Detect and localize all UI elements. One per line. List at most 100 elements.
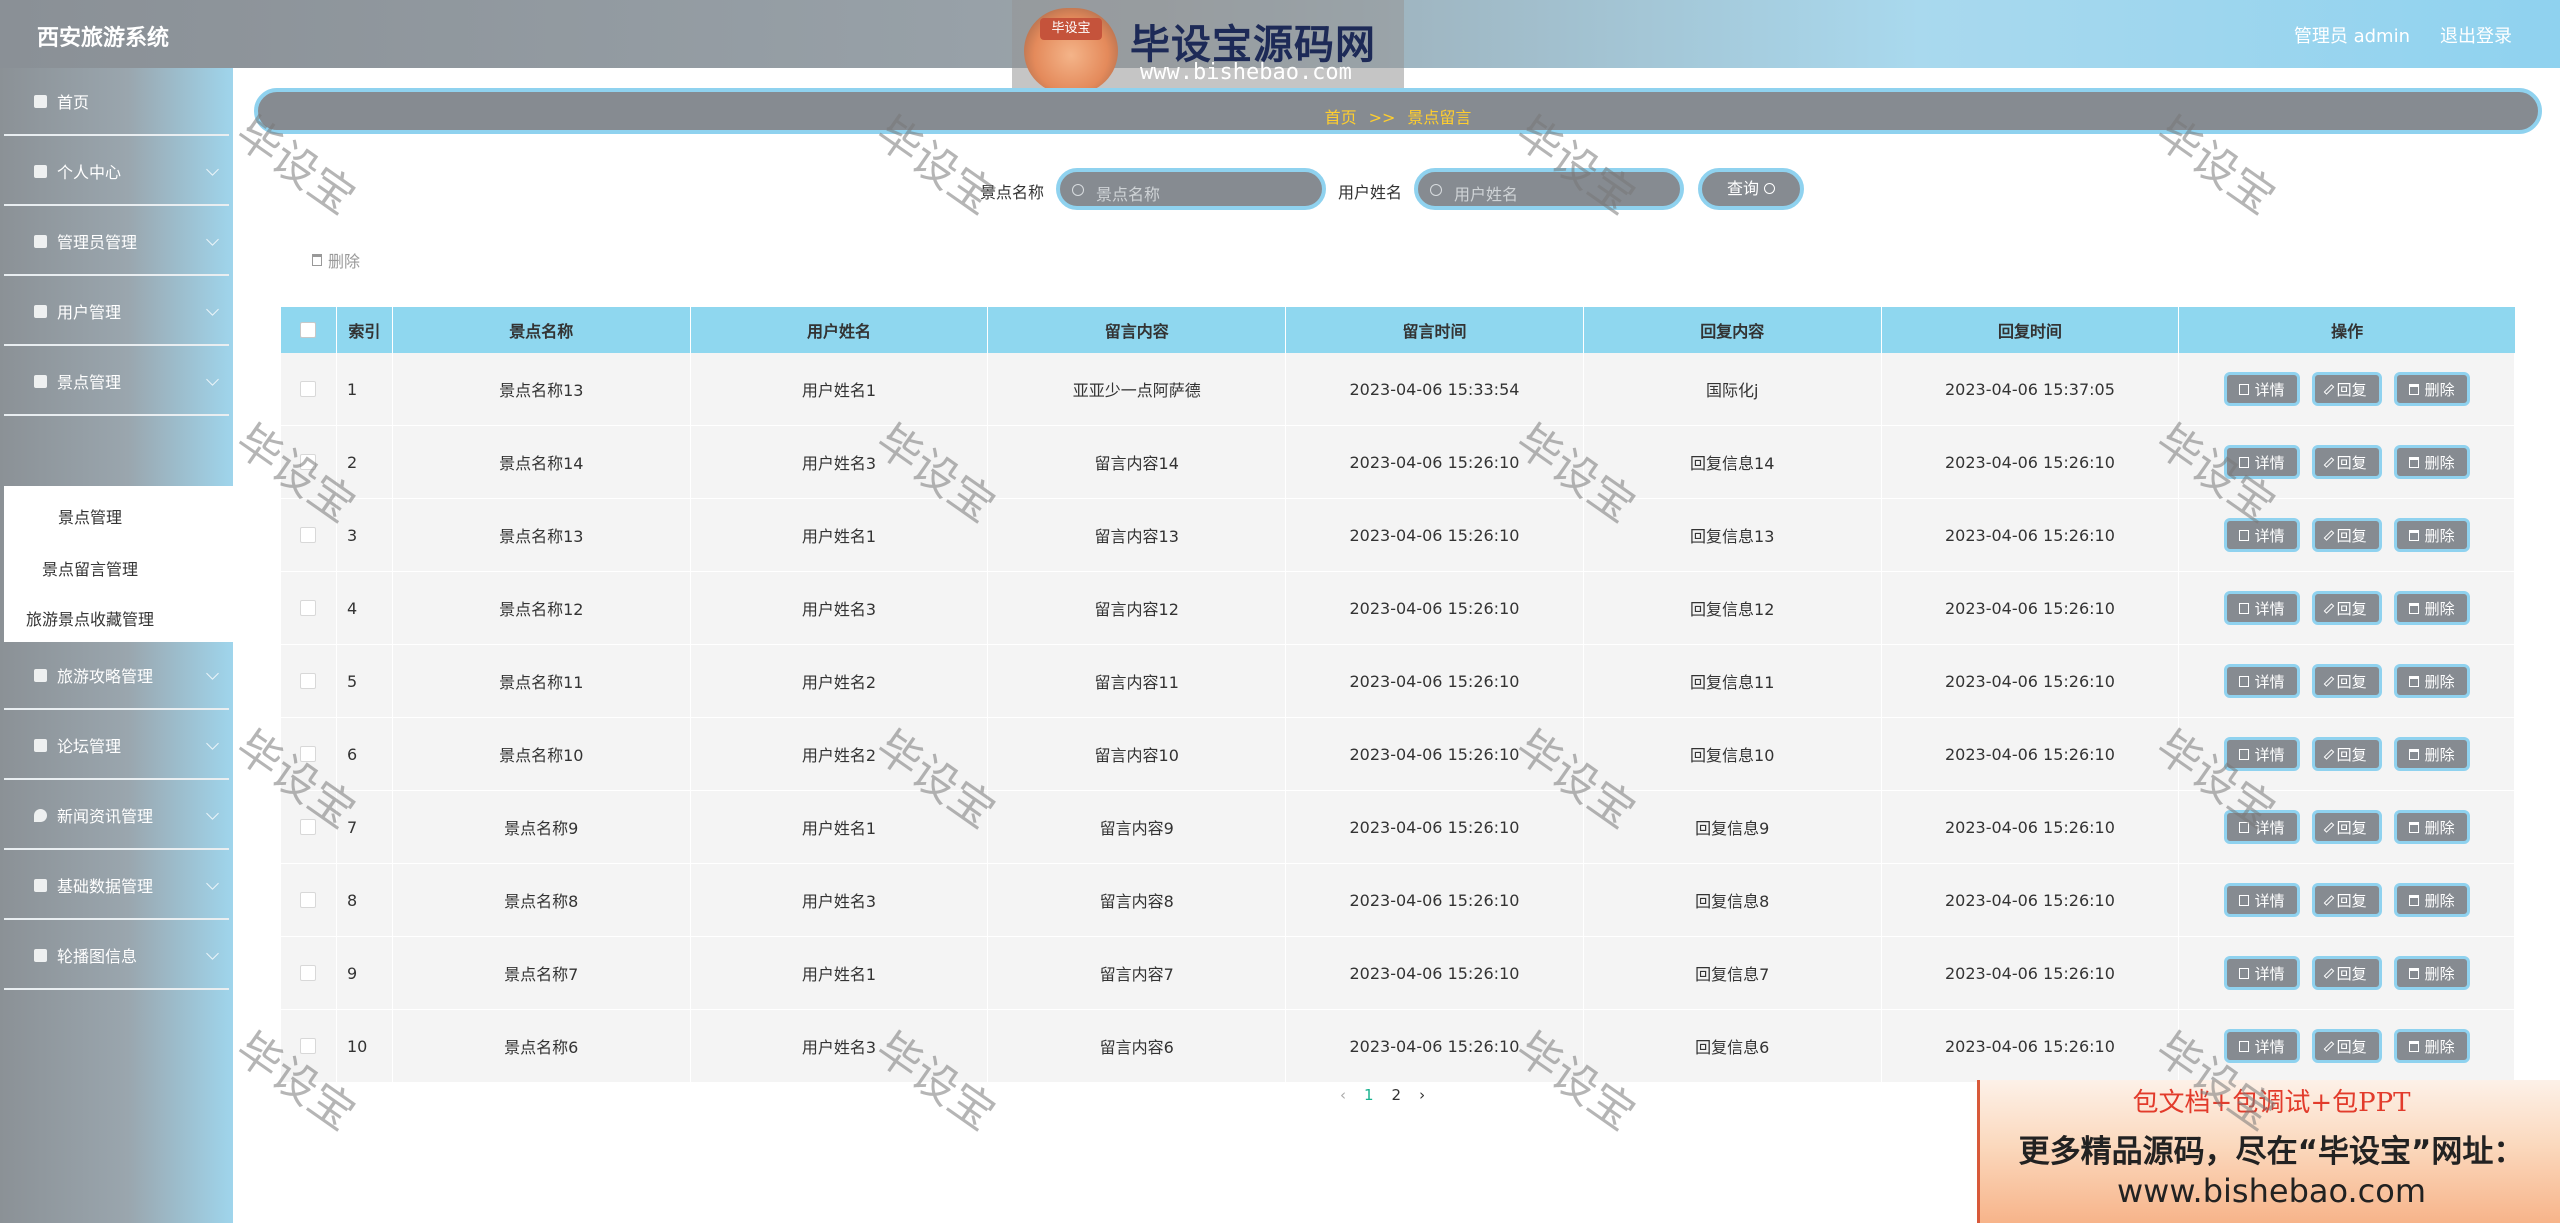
sidebar-item-3[interactable]: 用户管理 [4, 278, 229, 346]
chevron-down-icon [206, 303, 219, 316]
cell-content: 亚亚少一点阿萨德 [988, 353, 1287, 425]
header-select-all[interactable] [281, 307, 337, 353]
detail-button[interactable]: 详情 [2223, 372, 2300, 406]
submenu-item-spot-management[interactable]: 景点管理 [58, 504, 122, 528]
delete-button[interactable]: 删除 [2393, 810, 2470, 844]
header-reply-time: 回复时间 [1882, 307, 2180, 353]
sidebar-item-5[interactable]: 旅游攻略管理 [4, 642, 229, 710]
cell-time: 2023-04-06 15:26:10 [1286, 572, 1584, 644]
cell-select[interactable] [281, 572, 337, 644]
delete-button[interactable]: 删除 [2393, 1029, 2470, 1063]
checkbox[interactable] [300, 965, 317, 981]
reply-button[interactable]: 回复 [2311, 518, 2382, 552]
next-page-icon[interactable]: › [1419, 1086, 1425, 1104]
detail-button[interactable]: 详情 [2223, 445, 2300, 479]
reply-button[interactable]: 回复 [2311, 591, 2382, 625]
sidebar-item-0[interactable]: 首页 [4, 68, 229, 136]
cell-spot-name: 景点名称6 [393, 1010, 691, 1082]
edit-icon [2323, 1040, 2334, 1052]
cell-user-name: 用户姓名1 [691, 353, 989, 425]
current-user[interactable]: 管理员 admin [2294, 22, 2410, 48]
query-button[interactable]: 查询 [1698, 168, 1804, 210]
prev-page-icon[interactable]: ‹ [1340, 1086, 1346, 1104]
page-1[interactable]: 1 [1364, 1086, 1374, 1104]
reply-button[interactable]: 回复 [2311, 664, 2382, 698]
breadcrumb-home[interactable]: 首页 [1325, 108, 1357, 127]
spot-name-input[interactable]: 景点名称 [1056, 168, 1326, 210]
cell-select[interactable] [281, 645, 337, 717]
list-icon [2238, 967, 2249, 979]
edit-icon [2323, 383, 2334, 395]
delete-button[interactable]: 删除 [2393, 956, 2470, 990]
cell-select[interactable] [281, 426, 337, 498]
delete-button[interactable]: 删除 [2393, 737, 2470, 771]
reply-button[interactable]: 回复 [2311, 1029, 2382, 1063]
checkbox[interactable] [300, 819, 317, 835]
sidebar-item-2[interactable]: 管理员管理 [4, 208, 229, 276]
cell-select[interactable] [281, 864, 337, 936]
checkbox[interactable] [300, 381, 317, 397]
checkbox[interactable] [300, 600, 317, 616]
checkbox[interactable] [300, 746, 317, 762]
reply-button[interactable]: 回复 [2311, 956, 2382, 990]
reply-button[interactable]: 回复 [2311, 445, 2382, 479]
logout-link[interactable]: 退出登录 [2440, 22, 2512, 48]
cell-reply-time: 2023-04-06 15:26:10 [1882, 499, 2180, 571]
cell-content: 留言内容11 [988, 645, 1287, 717]
cell-select[interactable] [281, 791, 337, 863]
submenu-item-spot-comments[interactable]: 景点留言管理 [42, 556, 138, 580]
submenu-item-spot-favorites[interactable]: 旅游景点收藏管理 [26, 606, 154, 630]
detail-label: 详情 [2254, 964, 2285, 983]
reply-label: 回复 [2336, 891, 2367, 910]
sidebar-item-9[interactable]: 轮播图信息 [4, 922, 229, 990]
cell-select[interactable] [281, 937, 337, 1009]
sidebar-item-6[interactable]: 论坛管理 [4, 712, 229, 780]
detail-label: 详情 [2254, 599, 2285, 618]
cell-select[interactable] [281, 718, 337, 790]
delete-button[interactable]: 删除 [2393, 883, 2470, 917]
chevron-down-icon [206, 233, 219, 246]
reply-button[interactable]: 回复 [2311, 372, 2382, 406]
delete-button[interactable]: 删除 [2393, 445, 2470, 479]
detail-button[interactable]: 详情 [2223, 956, 2300, 990]
detail-label: 详情 [2254, 526, 2285, 545]
cell-select[interactable] [281, 499, 337, 571]
cell-select[interactable] [281, 353, 337, 425]
trash-icon [2408, 894, 2419, 906]
checkbox[interactable] [300, 673, 317, 689]
checkbox[interactable] [300, 527, 317, 543]
detail-button[interactable]: 详情 [2223, 664, 2300, 698]
cell-time: 2023-04-06 15:26:10 [1286, 1010, 1584, 1082]
table-row: 1 景点名称13 用户姓名1 亚亚少一点阿萨德 2023-04-06 15:33:54 国… [281, 353, 2516, 426]
delete-button[interactable]: 删除 [2393, 518, 2470, 552]
batch-delete-button[interactable]: 删除 [312, 248, 360, 272]
reply-button[interactable]: 回复 [2311, 737, 2382, 771]
detail-button[interactable]: 详情 [2223, 518, 2300, 552]
detail-button[interactable]: 详情 [2223, 1029, 2300, 1063]
delete-button[interactable]: 删除 [2393, 591, 2470, 625]
detail-button[interactable]: 详情 [2223, 591, 2300, 625]
delete-label: 删除 [2424, 891, 2455, 910]
cell-content: 留言内容6 [988, 1010, 1287, 1082]
cell-time: 2023-04-06 15:26:10 [1286, 499, 1584, 571]
cell-reply: 回复信息9 [1584, 791, 1882, 863]
user-name-input[interactable]: 用户姓名 [1414, 168, 1684, 210]
detail-button[interactable]: 详情 [2223, 883, 2300, 917]
checkbox[interactable] [300, 892, 317, 908]
sidebar-item-8[interactable]: 基础数据管理 [4, 852, 229, 920]
chevron-down-icon [206, 877, 219, 890]
reply-button[interactable]: 回复 [2311, 883, 2382, 917]
detail-button[interactable]: 详情 [2223, 810, 2300, 844]
sidebar-item-4[interactable]: 景点管理 [4, 348, 229, 416]
checkbox[interactable] [300, 322, 317, 338]
page-2[interactable]: 2 [1392, 1086, 1402, 1104]
detail-button[interactable]: 详情 [2223, 737, 2300, 771]
sidebar-item-label: 管理员管理 [57, 233, 138, 252]
checkbox[interactable] [300, 1038, 317, 1054]
sidebar-item-7[interactable]: 新闻资讯管理 [4, 782, 229, 850]
checkbox[interactable] [300, 454, 317, 470]
delete-button[interactable]: 删除 [2393, 372, 2470, 406]
cell-select[interactable] [281, 1010, 337, 1082]
reply-button[interactable]: 回复 [2311, 810, 2382, 844]
delete-button[interactable]: 删除 [2393, 664, 2470, 698]
